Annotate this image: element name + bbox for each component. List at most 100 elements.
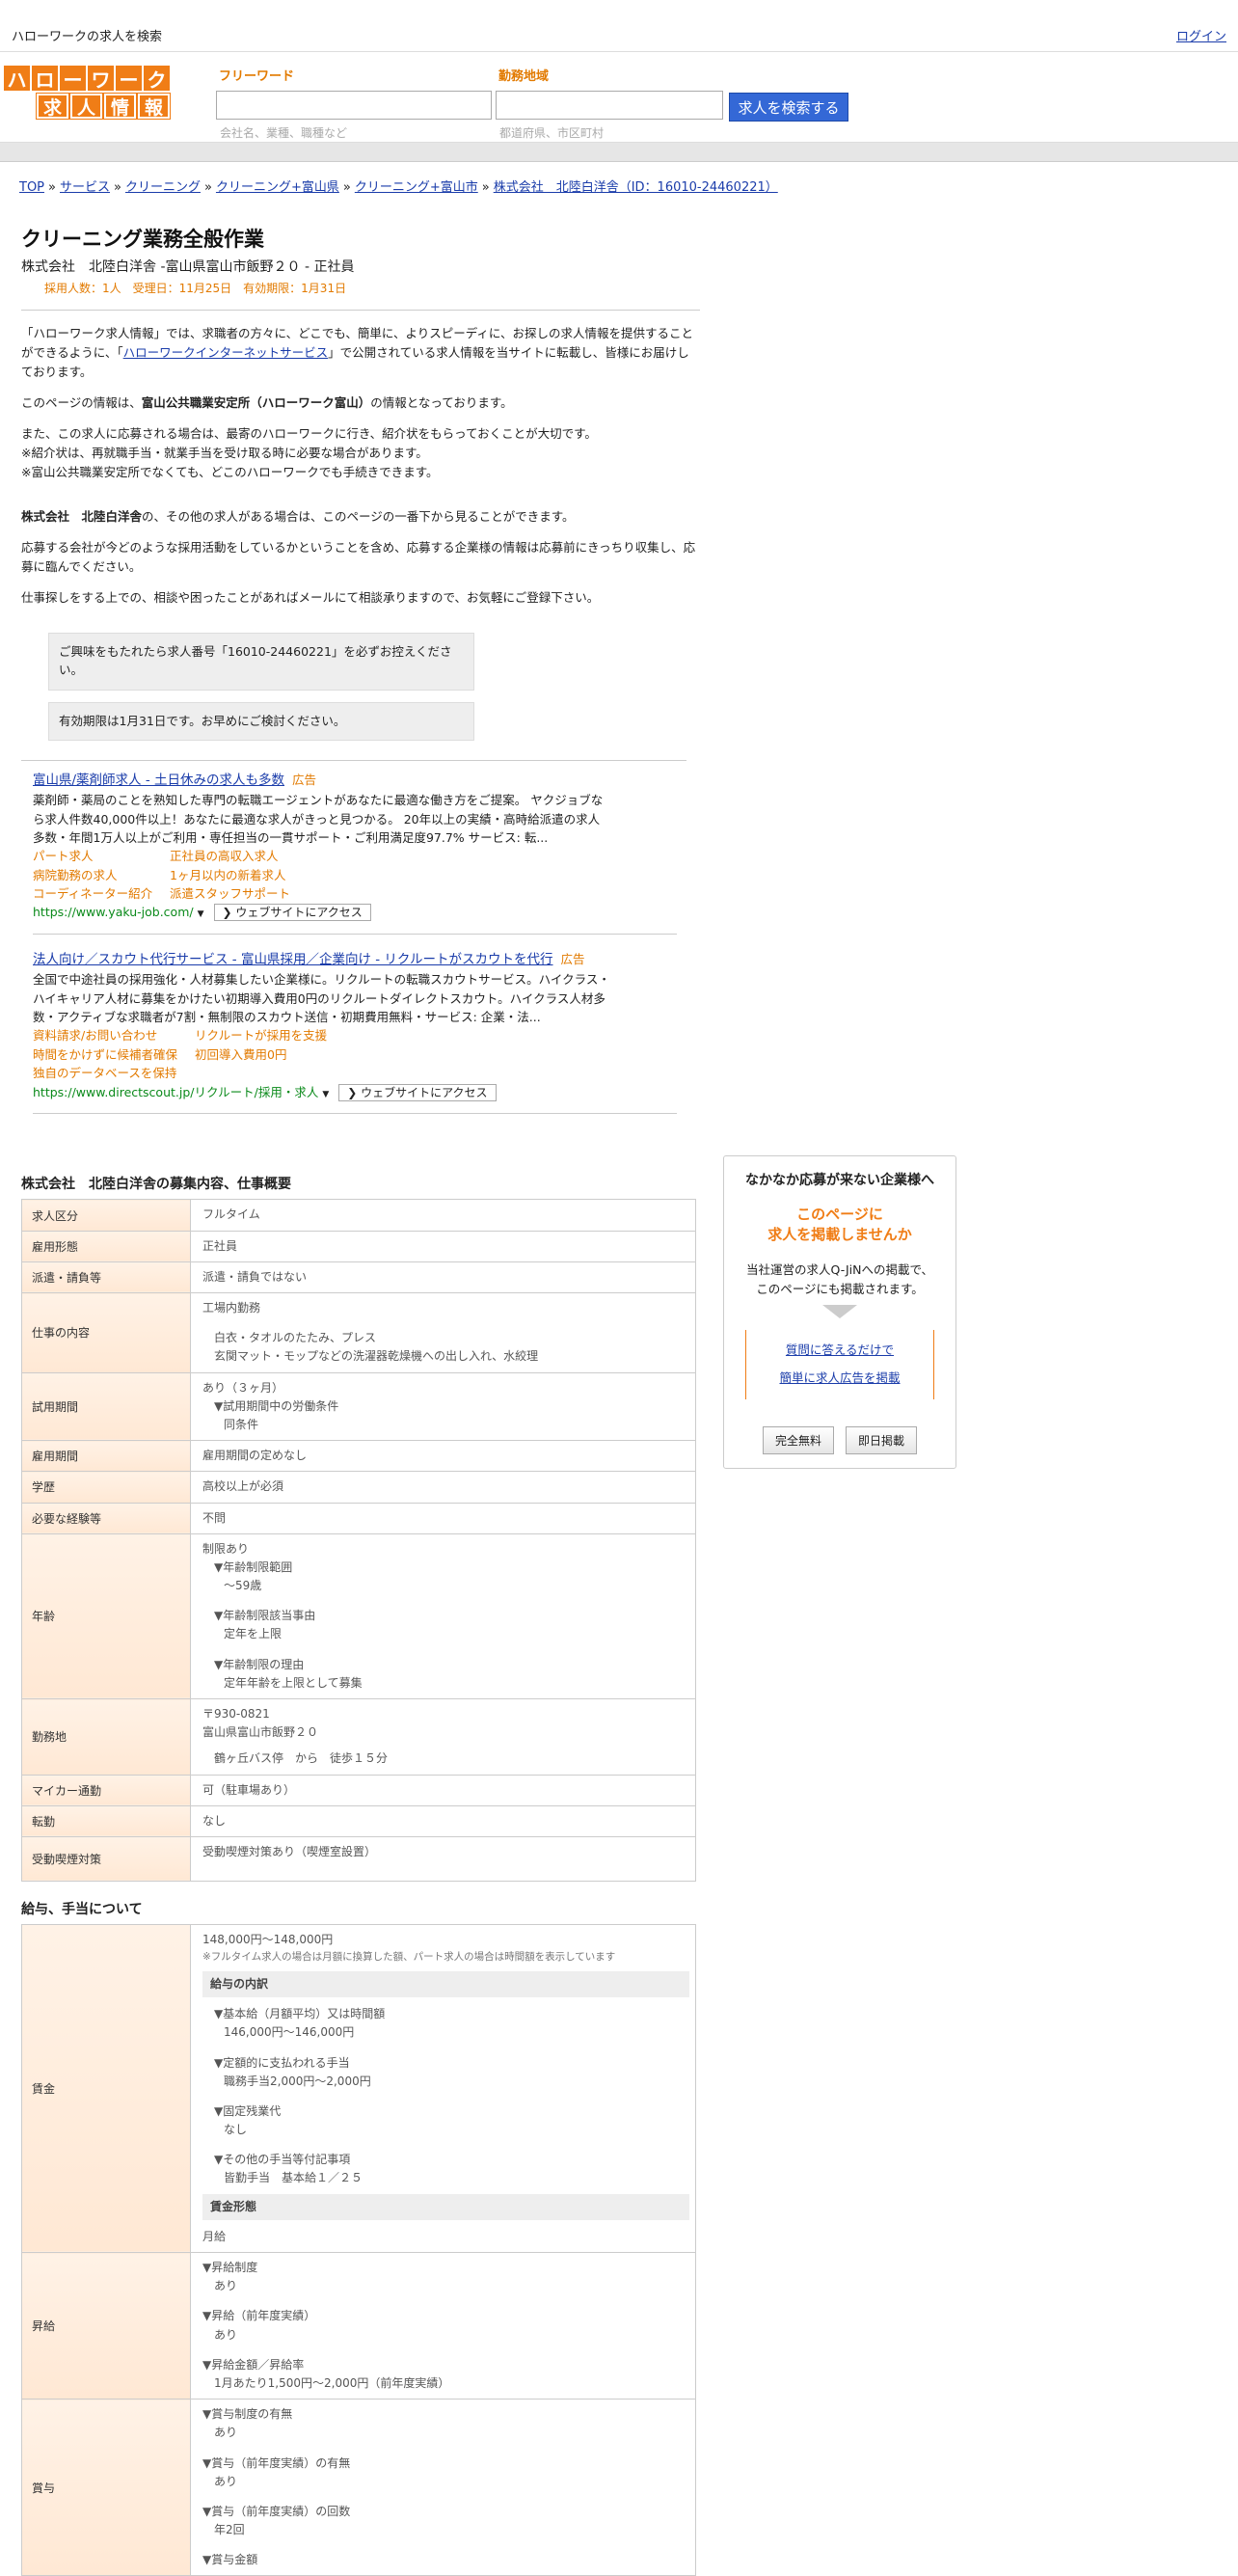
ad-item: 法人向け／スカウト代行サービス - 富山県採用／企業向け - リクルートがスカウ…	[33, 950, 677, 1115]
free-word-field: フリーワード 会社名、業種、職種など	[216, 66, 492, 141]
value-line: ▼基本給（月額平均）又は時間額	[214, 2007, 386, 2021]
hellowork-logo[interactable]: ハ ロ ー ワ ー ク 求 人 情 報	[4, 66, 174, 122]
row-label: 試用期間	[21, 1371, 191, 1442]
breadcrumb-sep: »	[481, 180, 490, 195]
ad-sitelink[interactable]: パート求人	[33, 847, 170, 865]
ad-sitelink[interactable]: リクルートが採用を支援	[195, 1026, 407, 1044]
ad-title-row: 法人向け／スカウト代行サービス - 富山県採用／企業向け - リクルートがスカウ…	[33, 950, 677, 970]
free-word-input[interactable]	[216, 91, 492, 120]
ad-url[interactable]: https://www.directscout.jp/リクルート/採用・求人	[33, 1085, 318, 1099]
ad-sitelink[interactable]: コーディネーター紹介	[33, 884, 170, 903]
location-input[interactable]	[496, 91, 723, 120]
value-line: ▼賞与金額	[202, 2553, 258, 2567]
ad-sitelinks: 資料請求/お問い合わせ リクルートが採用を支援 時間をかけずに候補者確保 初回導…	[33, 1026, 677, 1082]
row-label: 求人区分	[21, 1199, 191, 1232]
logo-char: ロ	[32, 66, 58, 92]
row-value: 正社員	[190, 1230, 696, 1262]
row-label: 派遣・請負等	[21, 1261, 191, 1294]
intro-paragraph: このページの情報は、富山公共職業安定所（ハローワーク富山）の情報となっております…	[21, 393, 700, 413]
table-row: 勤務地 〒930-0821 富山県富山市飯野２０ 鶴ヶ丘バス停 から 徒歩１５分	[21, 1698, 696, 1776]
value-line: ▼賞与（前年度実績）の有無	[202, 2455, 351, 2470]
visit-site-button[interactable]: ❯ ウェブサイトにアクセス	[338, 1083, 497, 1101]
value-line: あり	[214, 2327, 238, 2342]
ad-url-row: https://www.directscout.jp/リクルート/採用・求人 ▼…	[33, 1083, 677, 1102]
value-line: ▼定額的に支払われる手当	[214, 2055, 350, 2070]
row-label: 受動喫煙対策	[21, 1835, 191, 1882]
promo-headline-line: このページに	[796, 1206, 883, 1223]
value-line: 富山県富山市飯野２０	[202, 1725, 319, 1740]
promo-headline: このページに 求人を掲載しませんか	[734, 1205, 946, 1245]
row-label: 賞与	[21, 2399, 191, 2576]
table-row: 試用期間 あり（３ヶ月） ▼試用期間中の労働条件 同条件	[21, 1371, 696, 1442]
ad-url-row: https://www.yaku-job.com/ ▼ ❯ ウェブサイトにアクセス	[33, 903, 677, 922]
promo-heading: なかなか応募が来ない企業様へ	[745, 1173, 934, 1188]
row-value: ▼昇給制度 あり ▼昇給（前年度実績） あり ▼昇給金額／昇給率 1月あたり1,500…	[190, 2252, 696, 2400]
salary-breakdown-heading: 給与の内訳	[202, 1970, 689, 1998]
intro-text: このページの情報は、	[21, 395, 142, 410]
ad-title-link[interactable]: 富山県/薬剤師求人 - 土日休みの求人も多数	[33, 773, 284, 788]
logo-char: ー	[60, 66, 86, 92]
promo-links: 質問に答えるだけで 簡単に求人広告を掲載	[745, 1330, 934, 1399]
company-line: 株式会社 北陸白洋舎 -富山県富山市飯野２０ - 正社員	[21, 259, 355, 275]
caret-down-icon[interactable]: ▼	[322, 1090, 329, 1099]
ad-sitelink[interactable]: 資料請求/お問い合わせ	[33, 1026, 195, 1044]
value-line: 鶴ヶ丘バス停 から 徒歩１５分	[214, 1751, 389, 1766]
chevron-right-icon: ❯	[347, 1085, 362, 1099]
free-button[interactable]: 完全無料	[762, 1426, 834, 1454]
breadcrumb-top[interactable]: TOP	[19, 180, 44, 195]
row-label: 必要な経験等	[21, 1502, 191, 1534]
breadcrumb-cleaning-toyama-city[interactable]: クリーニング+富山市	[355, 180, 478, 195]
salary-table: 賃金 148,000円〜148,000円 ※フルタイム求人の場合は月額に換算した…	[21, 1923, 696, 2576]
ad-sitelink[interactable]: 病院勤務の求人	[33, 866, 170, 884]
visit-site-button[interactable]: ❯ ウェブサイトにアクセス	[213, 904, 371, 922]
promo-link-questions[interactable]: 質問に答えるだけで	[746, 1340, 933, 1358]
intro-paragraph: 「ハローワーク求人情報」では、求職者の方々に、どこでも、簡単に、よりスピーディに…	[21, 324, 700, 382]
visit-site-label: ウェブサイトにアクセス	[361, 1085, 488, 1099]
ad-sitelink[interactable]: 時間をかけずに候補者確保	[33, 1045, 195, 1064]
breadcrumb-service[interactable]: サービス	[60, 180, 110, 195]
ads-section: 富山県/薬剤師求人 - 土日休みの求人も多数 広告 薬剤師・薬局のことを熟知した専…	[21, 760, 686, 1115]
ad-title-link[interactable]: 法人向け／スカウト代行サービス - 富山県採用／企業向け - リクルートがスカウ…	[33, 952, 553, 967]
ad-sitelink[interactable]: 正社員の高収入求人	[170, 847, 382, 865]
breadcrumb-cleaning-toyama-pref[interactable]: クリーニング+富山県	[216, 180, 339, 195]
breadcrumb-sep: »	[342, 180, 351, 195]
ad-sitelink[interactable]: 初回導入費用0円	[195, 1045, 407, 1064]
row-label: マイカー通勤	[21, 1774, 191, 1806]
table-row: 派遣・請負等 派遣・請負ではない	[21, 1261, 696, 1294]
logo-char: 人	[69, 93, 103, 120]
intro-paragraph: また、この求人に応募される場合は、最寄のハローワークに行き、紹介状をもらっておく…	[21, 424, 700, 482]
breadcrumb-company[interactable]: 株式会社 北陸白洋舎（ID：16010-24460221）	[494, 180, 778, 195]
ad-url[interactable]: https://www.yaku-job.com/	[33, 905, 194, 919]
table-row: 仕事の内容 工場内勤務 白衣・タオルのたたみ、プレス 玄関マット・モップなどの洗濯器乾…	[21, 1292, 696, 1373]
breadcrumb-cleaning[interactable]: クリーニング	[125, 180, 201, 195]
hellowork-internet-link[interactable]: ハローワークインターネットサービス	[123, 345, 329, 360]
same-day-button[interactable]: 即日掲載	[846, 1426, 918, 1454]
caret-down-icon[interactable]: ▼	[198, 909, 204, 919]
value-line: ▼昇給金額／昇給率	[202, 2357, 305, 2372]
value-line: 年2回	[214, 2523, 245, 2537]
value-line: あり	[214, 2474, 238, 2488]
promo-link-post-ad[interactable]: 簡単に求人広告を掲載	[746, 1368, 933, 1386]
value-line: 制限あり	[202, 1541, 250, 1556]
ad-sitelink[interactable]: 1ヶ月以内の新着求人	[170, 866, 382, 884]
value-line: 〜59歳	[224, 1579, 262, 1593]
row-value: 受動喫煙対策あり（喫煙室設置）	[190, 1835, 696, 1882]
ad-item: 富山県/薬剤師求人 - 土日休みの求人も多数 広告 薬剤師・薬局のことを熟知した専…	[33, 771, 677, 935]
row-label: 賃金	[21, 1923, 191, 2254]
free-word-label: フリーワード	[219, 69, 295, 84]
login-link[interactable]: ログイン	[1176, 26, 1226, 44]
job-meta: 採用人数：1人 受理日：11月25日 有効期限：1月31日	[44, 282, 347, 295]
ad-sitelink[interactable]: 独自のデータベースを保持	[33, 1064, 195, 1082]
ad-sitelink[interactable]: 派遣スタッフサポート	[170, 884, 382, 903]
value-line: 146,000円〜146,000円	[224, 2025, 355, 2040]
row-label: 勤務地	[21, 1698, 191, 1776]
visit-site-label: ウェブサイトにアクセス	[235, 906, 363, 920]
logo-char: 情	[103, 93, 137, 120]
table-row: 学歴 高校以上が必須	[21, 1471, 696, 1504]
search-button[interactable]: 求人を検索する	[729, 93, 848, 122]
promo-buttons: 完全無料 即日掲載	[734, 1426, 946, 1454]
